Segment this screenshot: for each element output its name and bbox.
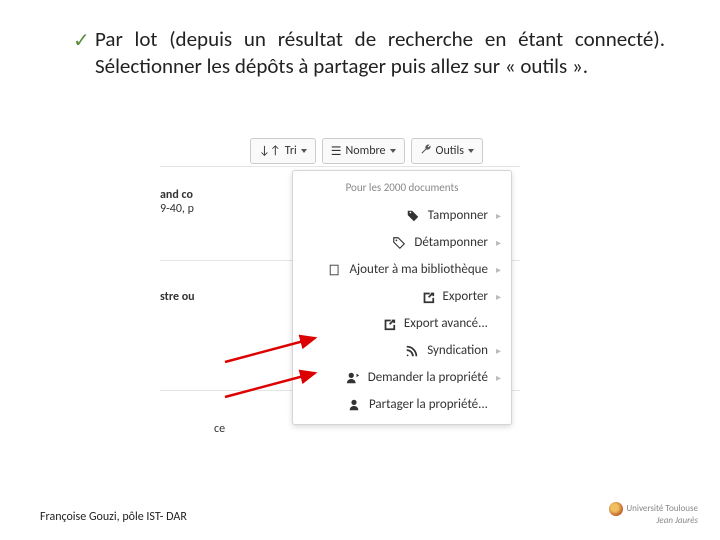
user-share-icon [347,398,361,412]
checkmark-icon: ✓ [73,28,90,53]
university-logo: Université Toulouse Jean Jaurès [609,502,698,526]
tag-outline-icon [392,236,406,250]
rss-icon [405,344,419,358]
menu-item-syndication[interactable]: Syndication ▸ [293,337,511,364]
chevron-right-icon: ▸ [496,236,501,249]
chevron-right-icon: ▸ [496,263,501,276]
menu-item-ajouter[interactable]: Ajouter à ma bibliothèque ▸ [293,256,511,283]
tools-dropdown: Pour les 2000 documents Tamponner ▸ Déta… [292,170,512,425]
chevron-right-icon: ▸ [496,371,501,384]
fragment-text: and co 9-40, p [160,188,194,216]
menu-item-tamponner[interactable]: Tamponner ▸ [293,202,511,229]
fragment-text: ce [214,422,225,436]
tools-button[interactable]: Outils [411,138,483,164]
number-button[interactable]: ☰ Nombre [322,138,405,164]
chevron-down-icon [390,149,396,153]
chevron-right-icon: ▸ [496,209,501,222]
user-request-icon [346,371,360,385]
tag-icon [406,209,420,223]
book-icon [328,263,342,277]
sort-button[interactable]: ↓↑ Tri [250,138,316,164]
menu-item-demander[interactable]: Demander la propriété ▸ [293,364,511,391]
footer-author: Françoise Gouzi, pôle IST- DAR [40,510,187,524]
menu-item-exporter[interactable]: Exporter ▸ [293,283,511,310]
chevron-down-icon [301,149,307,153]
menu-item-export-avance[interactable]: Export avancé... ▸ [293,310,511,337]
fragment-text: stre ou [160,290,195,304]
bullet-text: Par lot (depuis un résultat de recherche… [95,26,665,80]
chevron-right-icon: ▸ [496,344,501,357]
dropdown-header: Pour les 2000 documents [293,177,511,202]
export-icon [421,290,435,304]
export-icon [382,317,396,331]
chevron-right-icon: ▸ [496,290,501,303]
menu-item-partager[interactable]: Partager la propriété... ▸ [293,391,511,418]
menu-item-detamponner[interactable]: Détamponner ▸ [293,229,511,256]
list-icon: ☰ [331,144,342,159]
toolbar: ↓↑ Tri ☰ Nombre Outils [250,138,483,164]
chevron-down-icon [468,149,474,153]
sort-icon: ↓↑ [259,144,281,158]
wrench-icon [420,143,432,159]
